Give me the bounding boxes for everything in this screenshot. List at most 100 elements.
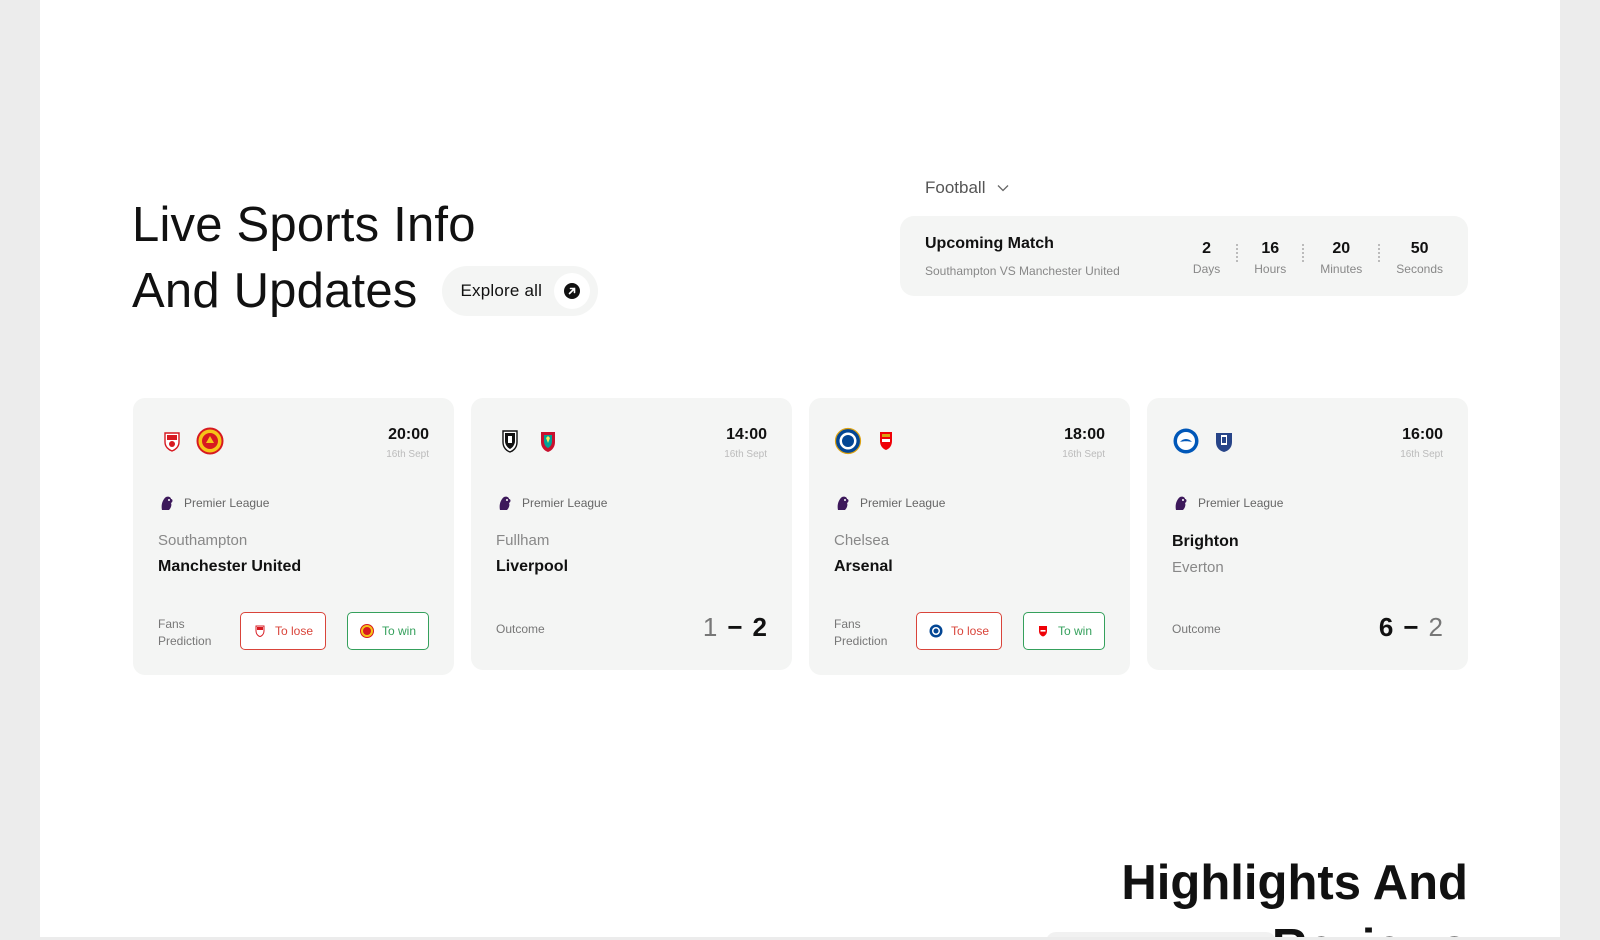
outcome-label: Outcome <box>496 622 545 636</box>
countdown-label: Minutes <box>1320 262 1363 276</box>
highlights-title-line1: Highlights And <box>1121 856 1468 910</box>
team-logos <box>834 427 900 455</box>
premier-league-lion-icon <box>161 496 173 510</box>
liverpool-crest-icon <box>541 432 555 452</box>
highlights-title-line2: Reviews <box>1272 914 1468 937</box>
match-date: 16th Sept <box>386 449 429 460</box>
to-lose-button[interactable]: To lose <box>916 612 1003 650</box>
fans-label-line1: Fans <box>834 617 861 631</box>
outcome-label: Outcome <box>1172 622 1221 636</box>
countdown-value: 50 <box>1410 240 1429 257</box>
match-date: 16th Sept <box>1062 449 1105 460</box>
match-date: 16th Sept <box>1400 449 1443 460</box>
brighton-crest-icon <box>1173 428 1199 454</box>
away-team: Liverpool <box>496 558 569 575</box>
countdown-minutes: 20 Minutes <box>1320 240 1362 276</box>
match-card[interactable]: 14:00 16th Sept Premier League Fullham L… <box>471 398 792 670</box>
league-badge: Premier League <box>834 494 945 512</box>
home-team: Chelsea <box>834 532 890 549</box>
kickoff-time: 20:00 <box>388 426 429 443</box>
away-score: 2 <box>752 612 767 642</box>
home-score: 1 <box>702 612 718 642</box>
score-dash: − <box>727 612 743 642</box>
match-cards: 20:00 16th Sept Premier League Southampt… <box>133 398 1468 675</box>
to-lose-label: To lose <box>275 624 314 638</box>
premier-league-lion-icon <box>1175 496 1187 510</box>
page-title-line2: And Updates <box>132 264 418 318</box>
chevron-down-icon <box>998 185 1009 192</box>
league-name: Premier League <box>1198 496 1284 510</box>
to-lose-button[interactable]: To lose <box>240 612 327 650</box>
away-team: Everton <box>1172 559 1224 576</box>
home-team: Brighton <box>1172 533 1239 550</box>
match-date: 16th Sept <box>724 449 767 460</box>
match-card[interactable]: 20:00 16th Sept Premier League Southampt… <box>133 398 454 675</box>
upcoming-match-panel: Upcoming Match Southampton VS Manchester… <box>900 216 1468 296</box>
chelsea-crest-icon <box>929 624 943 638</box>
page-title: Live Sports Info And Updates Explore all <box>132 192 599 324</box>
countdown-days: 2 Days <box>1193 240 1220 276</box>
explore-all-button[interactable]: Explore all <box>441 266 599 316</box>
upcoming-match-teams: Southampton VS Manchester United <box>925 264 1120 278</box>
to-win-label: To win <box>381 624 416 638</box>
home-team: Southampton <box>158 532 248 549</box>
away-team: Manchester United <box>158 558 302 575</box>
fans-prediction-label: Fans Prediction <box>834 616 887 650</box>
league-badge: Premier League <box>496 494 607 512</box>
highlights-button-placeholder[interactable] <box>1046 932 1276 937</box>
premier-league-lion-icon <box>499 496 511 510</box>
everton-crest-icon <box>1216 433 1232 452</box>
match-card[interactable]: 18:00 16th Sept Premier League Chelsea A… <box>809 398 1130 675</box>
countdown-label: Hours <box>1254 262 1287 276</box>
team-logos <box>158 427 224 455</box>
countdown-value: 20 <box>1332 240 1351 257</box>
countdown-hours: 16 Hours <box>1254 240 1286 276</box>
countdown-separator <box>1302 244 1305 262</box>
sport-dropdown[interactable]: Football <box>925 178 1009 198</box>
to-lose-label: To lose <box>951 624 990 638</box>
sport-dropdown-value: Football <box>925 178 986 197</box>
chelsea-crest-icon <box>834 427 862 455</box>
southampton-crest-icon <box>255 625 265 638</box>
page: Live Sports Info And Updates Explore all… <box>40 0 1560 937</box>
kickoff-time: 18:00 <box>1064 426 1105 443</box>
arrow-up-right-icon <box>564 283 581 299</box>
kickoff-time: 16:00 <box>1402 426 1443 443</box>
page-title-line1: Live Sports Info <box>132 198 476 252</box>
countdown-value: 16 <box>1261 240 1280 257</box>
to-win-button[interactable]: To win <box>1022 612 1105 650</box>
match-card[interactable]: 16:00 16th Sept Premier League Brighton … <box>1147 398 1468 670</box>
league-name: Premier League <box>860 496 946 510</box>
league-badge: Premier League <box>1172 494 1283 512</box>
match-time: 14:00 16th Sept <box>724 426 767 460</box>
arsenal-crest-icon <box>1038 626 1047 637</box>
southampton-crest-icon <box>164 432 180 452</box>
kickoff-time: 14:00 <box>726 426 767 443</box>
away-team: Arsenal <box>834 558 893 575</box>
match-time: 20:00 16th Sept <box>386 426 429 460</box>
league-name: Premier League <box>522 496 608 510</box>
to-win-button[interactable]: To win <box>346 612 429 650</box>
premier-league-lion-icon <box>837 496 849 510</box>
home-team: Fullham <box>496 532 550 549</box>
countdown-separator <box>1378 244 1381 262</box>
manchester-united-crest-icon <box>359 624 374 638</box>
away-score: 2 <box>1428 612 1443 642</box>
league-name: Premier League <box>184 496 270 510</box>
upcoming-match-title: Upcoming Match <box>925 235 1054 252</box>
fans-prediction-label: Fans Prediction <box>158 616 211 650</box>
match-time: 18:00 16th Sept <box>1062 426 1105 460</box>
manchester-united-crest-icon <box>196 427 224 455</box>
countdown: 2 Days 16 Hours 20 Minutes 50 Seconds <box>1193 240 1443 276</box>
countdown-label: Seconds <box>1396 262 1443 276</box>
fans-label-line1: Fans <box>158 617 185 631</box>
final-score: 6 − 2 <box>1379 612 1443 643</box>
countdown-label: Days <box>1192 262 1221 276</box>
final-score: 1 − 2 <box>703 612 767 643</box>
team-logos <box>496 427 562 455</box>
countdown-separator <box>1236 244 1239 262</box>
score-dash: − <box>1403 612 1419 642</box>
match-time: 16:00 16th Sept <box>1400 426 1443 460</box>
fans-label-line2: Prediction <box>834 634 888 648</box>
highlights-title: Highlights And Reviews <box>1121 850 1468 937</box>
